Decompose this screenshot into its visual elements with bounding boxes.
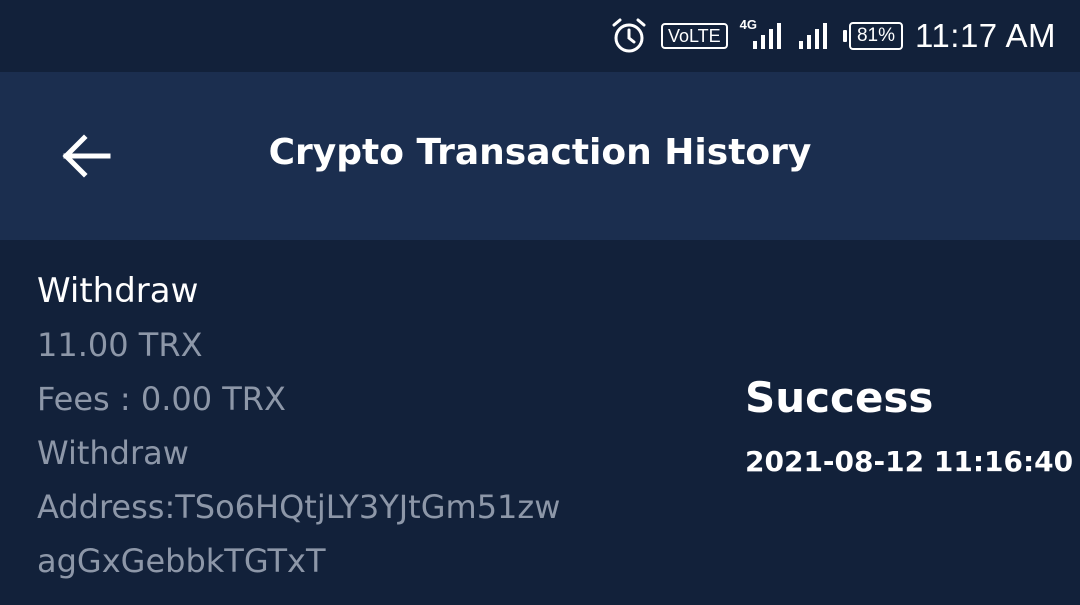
- volte-indicator: VoLTE: [660, 23, 728, 49]
- transaction-datetime: 2021-08-12 11:16:40: [745, 445, 1074, 478]
- status-bar: VoLTE 4G 81% 11:17 AM: [0, 0, 1080, 72]
- transaction-type: Withdraw: [37, 271, 199, 311]
- app-bar: Crypto Transaction History: [0, 72, 1080, 240]
- status-time: 11:17 AM: [915, 17, 1056, 54]
- signal-strength-icon: [797, 21, 831, 51]
- transaction-details: Withdraw 11.00 TRX Fees : 0.00 TRX Withd…: [37, 264, 637, 588]
- status-icons: VoLTE 4G 81% 11:17 AM: [609, 0, 1056, 72]
- transaction-address: Address:TSo6HQtjLY3YJtGm51zw: [37, 488, 561, 526]
- transaction-address-continued: agGxGebbkTGTxT: [37, 542, 326, 580]
- transaction-status: Success: [745, 373, 934, 422]
- network-type-label: 4G: [739, 16, 757, 32]
- alarm-clock-icon: [609, 16, 649, 56]
- transaction-fees: Fees : 0.00 TRX: [37, 380, 286, 418]
- battery-icon: 81%: [842, 22, 904, 50]
- transaction-item[interactable]: Withdraw 11.00 TRX Fees : 0.00 TRX Withd…: [0, 240, 1080, 605]
- page-title: Crypto Transaction History: [268, 132, 812, 173]
- signal-4g-icon: 4G: [740, 17, 785, 51]
- battery-level: 81%: [848, 22, 904, 50]
- battery-tip: [842, 30, 847, 42]
- transaction-description: Withdraw: [37, 434, 189, 472]
- transaction-amount: 11.00 TRX: [37, 326, 203, 364]
- transaction-status-block: Success 2021-08-12 11:16:40: [745, 370, 1073, 498]
